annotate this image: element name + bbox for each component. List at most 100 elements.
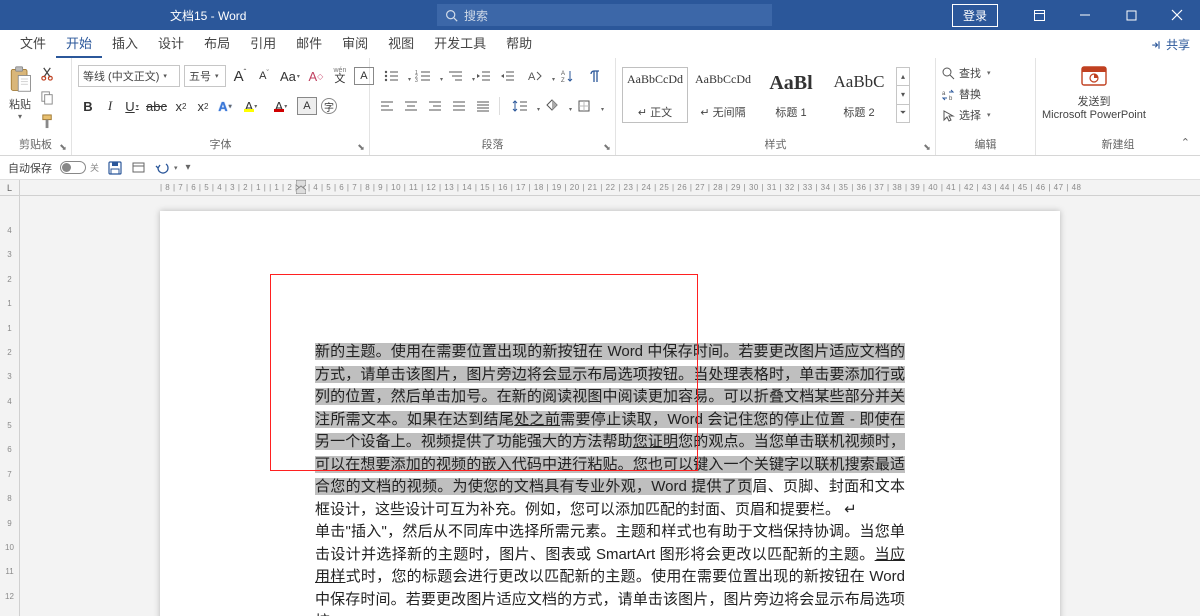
asian-layout-button[interactable]: A▾ — [520, 65, 550, 87]
tab-insert[interactable]: 插入 — [102, 28, 148, 58]
svg-text:3: 3 — [415, 78, 418, 83]
tab-view[interactable]: 视图 — [378, 28, 424, 58]
styles-gallery-nav[interactable]: ▴▾⏷ — [896, 67, 910, 123]
tab-selector[interactable]: L — [0, 180, 20, 195]
tab-help[interactable]: 帮助 — [496, 28, 542, 58]
ribbon-display-button[interactable] — [1016, 0, 1062, 30]
multilevel-button[interactable]: ▾ — [440, 65, 470, 87]
minimize-button[interactable] — [1062, 0, 1108, 30]
collapse-ribbon-button[interactable]: ⌃ — [1181, 136, 1190, 149]
align-right-button[interactable] — [424, 95, 446, 117]
vertical-ruler[interactable]: 4321123456789101112 — [0, 196, 20, 616]
font-size-dropdown[interactable]: 五号▾ — [184, 65, 226, 87]
tab-file[interactable]: 文件 — [10, 28, 56, 58]
grow-font-button[interactable]: Aˆ — [230, 65, 250, 87]
align-distribute-button[interactable] — [472, 95, 494, 117]
find-button[interactable]: 查找▾ — [942, 64, 991, 82]
signin-button[interactable]: 登录 — [952, 4, 998, 27]
title-bar: 文档15 - Word 搜索 登录 — [0, 0, 1200, 30]
tab-developer[interactable]: 开发工具 — [424, 28, 496, 58]
enclose-char-button[interactable]: 字 — [319, 95, 339, 117]
share-button[interactable]: 共享 — [1150, 31, 1190, 58]
tab-mailings[interactable]: 邮件 — [286, 28, 332, 58]
underline-button[interactable]: U▾ — [122, 95, 142, 117]
clear-formatting-button[interactable]: A◇ — [306, 65, 326, 87]
pilcrow-icon — [588, 69, 602, 83]
styles-launcher[interactable]: ⬊ — [921, 141, 933, 153]
group-clipboard: 粘贴 ▾ 剪贴板 ⬊ — [0, 58, 72, 155]
style-normal[interactable]: AaBbCcDd↵ 正文 — [622, 67, 688, 123]
align-justify-button[interactable] — [448, 95, 470, 117]
search-icon — [942, 67, 955, 80]
char-shading-button[interactable]: A — [297, 97, 317, 115]
indent-marker-icon[interactable] — [296, 180, 306, 194]
italic-button[interactable]: I — [100, 95, 120, 117]
copy-button[interactable] — [38, 88, 56, 106]
align-left-button[interactable] — [376, 95, 398, 117]
sort-icon: AZ — [560, 69, 574, 83]
tab-review[interactable]: 审阅 — [332, 28, 378, 58]
cut-button[interactable] — [38, 64, 56, 82]
window-controls: 登录 — [952, 0, 1200, 30]
svg-text:A: A — [528, 71, 536, 83]
align-center-button[interactable] — [400, 95, 422, 117]
borders-button[interactable]: ▾ — [569, 95, 599, 117]
powerpoint-icon — [1078, 63, 1110, 91]
qa-extra-button[interactable] — [131, 160, 146, 175]
save-icon — [107, 160, 123, 176]
paste-button[interactable]: 粘贴 ▾ — [6, 60, 34, 121]
font-launcher[interactable]: ⬊ — [355, 141, 367, 153]
sort-button[interactable]: AZ — [552, 65, 582, 87]
strikethrough-button[interactable]: abc — [144, 95, 169, 117]
undo-button[interactable]: ▾ — [154, 160, 178, 175]
phonetic-guide-button[interactable]: wén文 — [330, 65, 350, 87]
cut-icon — [40, 66, 55, 81]
line-spacing-button[interactable]: ▾ — [505, 95, 535, 117]
close-button[interactable] — [1154, 0, 1200, 30]
select-button[interactable]: 选择▾ — [942, 106, 991, 124]
show-marks-button[interactable] — [584, 65, 606, 87]
menu-bar: 文件 开始 插入 设计 布局 引用 邮件 审阅 视图 开发工具 帮助 共享 — [0, 30, 1200, 58]
paste-icon — [6, 64, 34, 94]
replace-button[interactable]: ab替换 — [942, 85, 991, 103]
send-to-powerpoint-button[interactable]: 发送到 Microsoft PowerPoint — [1042, 60, 1146, 121]
numbering-button[interactable]: 123▾ — [408, 65, 438, 87]
format-painter-button[interactable] — [38, 112, 56, 130]
autosave-toggle[interactable] — [60, 161, 86, 174]
highlight-button[interactable]: A▾ — [237, 95, 265, 117]
svg-text:A: A — [561, 71, 565, 77]
style-heading2[interactable]: AaBbC标题 2 — [826, 67, 892, 123]
horizontal-ruler[interactable]: L | 8 | 7 | 6 | 5 | 4 | 3 | 2 | 1 | | 1 … — [0, 180, 1200, 196]
tab-home[interactable]: 开始 — [56, 28, 102, 58]
superscript-button[interactable]: x2 — [193, 95, 213, 117]
decrease-indent-button[interactable] — [472, 65, 494, 87]
change-case-button[interactable]: Aa▾ — [278, 65, 302, 87]
shrink-font-button[interactable]: Aˇ — [254, 65, 274, 87]
borders-icon — [577, 99, 591, 113]
customize-qa-button[interactable]: ▾ — [186, 162, 191, 173]
style-heading1[interactable]: AaBl标题 1 — [758, 67, 824, 123]
clipboard-launcher[interactable]: ⬊ — [57, 141, 69, 153]
save-button[interactable] — [107, 160, 123, 176]
increase-indent-button[interactable] — [496, 65, 518, 87]
subscript-button[interactable]: x2 — [171, 95, 191, 117]
svg-text:b: b — [949, 96, 953, 101]
style-no-spacing[interactable]: AaBbCcDd↵ 无间隔 — [690, 67, 756, 123]
bullets-button[interactable]: ▾ — [376, 65, 406, 87]
document-text[interactable]: 新的主题。使用在需要位置出现的新按钮在 Word 中保存时间。若要更改图片适应文… — [315, 341, 905, 616]
text-effects-button[interactable]: A▾ — [215, 95, 235, 117]
decrease-indent-icon — [475, 69, 491, 83]
font-name-dropdown[interactable]: 等线 (中文正文)▾ — [78, 65, 180, 87]
svg-text:a: a — [942, 91, 946, 97]
tab-references[interactable]: 引用 — [240, 28, 286, 58]
maximize-button[interactable] — [1108, 0, 1154, 30]
tab-layout[interactable]: 布局 — [194, 28, 240, 58]
font-color-button[interactable]: A▾ — [267, 95, 295, 117]
tab-design[interactable]: 设计 — [148, 28, 194, 58]
paragraph-launcher[interactable]: ⬊ — [601, 141, 613, 153]
search-box[interactable]: 搜索 — [437, 4, 772, 26]
document-scroll[interactable]: 新的主题。使用在需要位置出现的新按钮在 Word 中保存时间。若要更改图片适应文… — [20, 196, 1200, 616]
shading-button[interactable]: ▾ — [537, 95, 567, 117]
replace-icon: ab — [942, 88, 955, 101]
bold-button[interactable]: B — [78, 95, 98, 117]
